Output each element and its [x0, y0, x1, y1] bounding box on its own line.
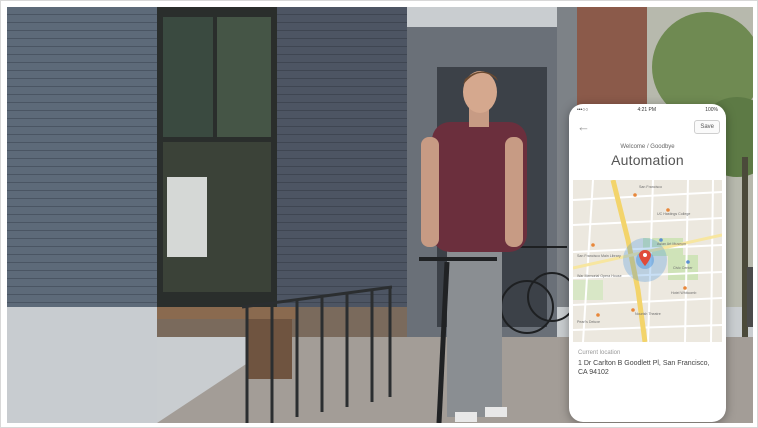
street-scene-photo: •••○○ 4:21 PM 100% ← Save Welcome / Good…: [7, 7, 753, 423]
video-frame: •••○○ 4:21 PM 100% ← Save Welcome / Good…: [0, 0, 758, 428]
phone-screen: •••○○ 4:21 PM 100% ← Save Welcome / Good…: [569, 104, 726, 422]
map-label: Pearl's Deluxe: [577, 320, 601, 324]
current-location-panel: Current location 1 Dr Carlton B Goodlett…: [573, 344, 722, 404]
status-bar: •••○○ 4:21 PM 100%: [569, 104, 726, 116]
map-label: Nourish Theatre: [635, 312, 661, 316]
page-title: Automation: [611, 152, 684, 168]
back-arrow-icon[interactable]: ←: [577, 120, 590, 134]
map-label: San Francisco Main Library: [577, 254, 621, 258]
battery-level: 100%: [705, 107, 718, 113]
map-label: Asian Art Museum: [657, 242, 687, 246]
save-button[interactable]: Save: [694, 120, 720, 134]
current-location-label: Current location: [578, 350, 621, 356]
map-label: UC Hastings College: [657, 212, 691, 216]
map-label: War Memorial Opera House: [577, 274, 622, 278]
clock: 4:21 PM: [637, 107, 657, 113]
map-canvas: [573, 180, 722, 342]
nav-bar: ← Save: [569, 117, 726, 139]
map-label: Civic Center: [673, 266, 693, 270]
map-label: San Francisco: [639, 185, 662, 189]
current-location-address: 1 Dr Carlton B Goodlett Pl, San Francisc…: [578, 360, 710, 376]
page-subtitle: Welcome / Goodbye: [620, 144, 675, 150]
map-label: Hotel Whitcomb: [671, 291, 697, 295]
map-view[interactable]: San Francisco UC Hastings College Asian …: [573, 180, 722, 342]
carrier-signal: •••○○: [577, 107, 589, 113]
